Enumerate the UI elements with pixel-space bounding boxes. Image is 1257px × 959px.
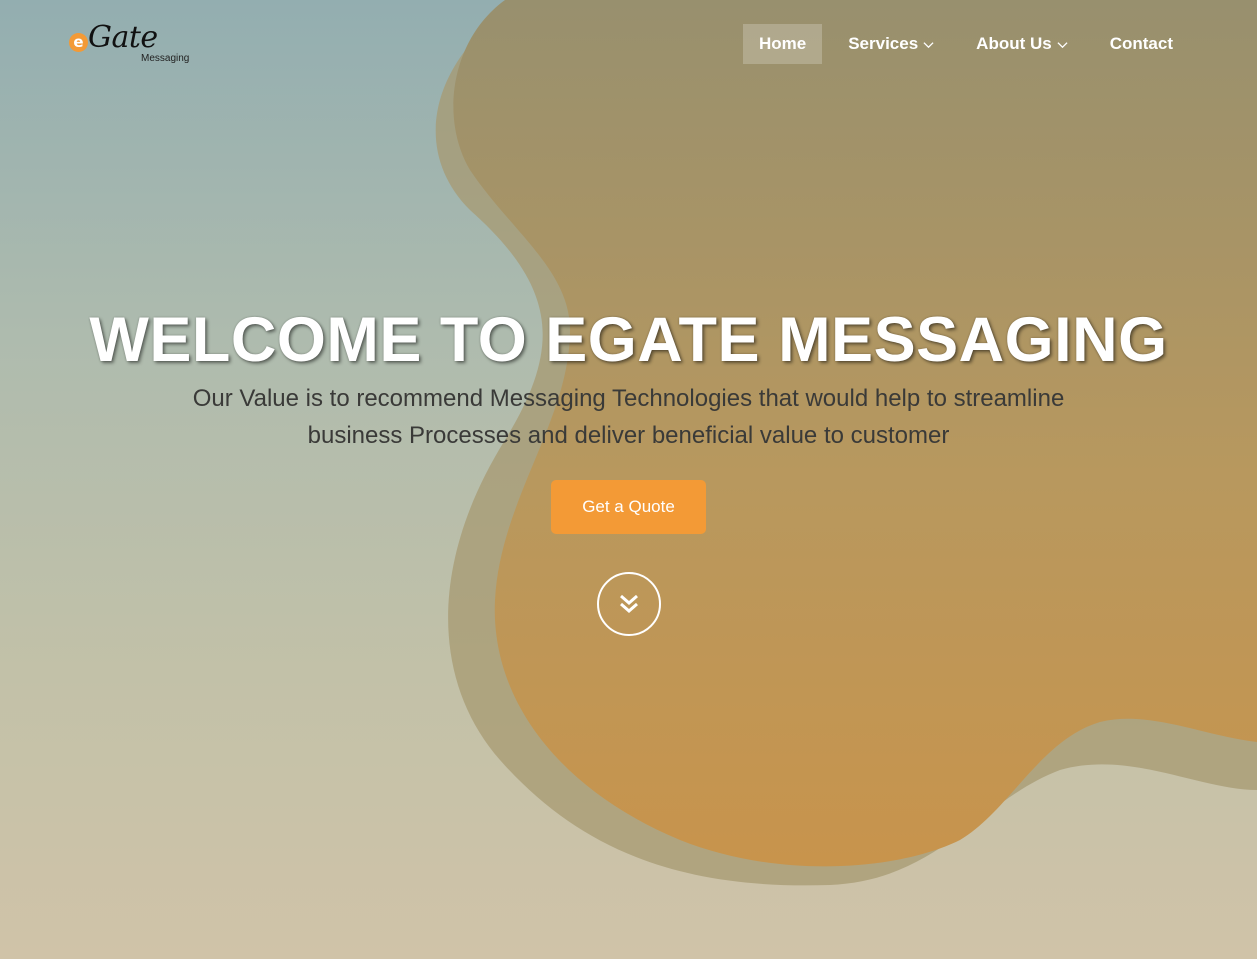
nav-item-label: Home	[758, 34, 807, 53]
nav-item-label: Contact	[1109, 34, 1173, 53]
scroll-down-button[interactable]	[597, 572, 661, 636]
hero-section: WELCOME TO EGATE MESSAGING Our Value is …	[0, 300, 1257, 454]
hero-title: WELCOME TO EGATE MESSAGING	[89, 305, 1168, 375]
nav-item-services[interactable]: Services	[832, 24, 950, 64]
nav-item-label: Services	[848, 34, 919, 53]
chevron-down-icon	[923, 41, 934, 48]
logo-mark: e	[69, 33, 88, 52]
hero-subtitle-line: Our Value is to recommend Messaging Tech…	[192, 385, 1065, 412]
get-a-quote-button[interactable]: Get a Quote	[551, 480, 706, 534]
double-chevron-down-icon	[620, 594, 638, 613]
main-nav: Home Services About Us Contact	[733, 24, 1189, 64]
logo-name: Gate	[88, 20, 158, 55]
hero-subtitle: Our Value is to recommend Messaging Tech…	[149, 380, 1109, 454]
nav-item-label: About Us	[976, 34, 1052, 53]
site-header: e Gate Messaging Home Services About Us …	[0, 0, 1257, 88]
site-logo[interactable]: e Gate Messaging	[69, 20, 194, 68]
hero-subtitle-line: business Processes and deliver beneficia…	[307, 422, 950, 449]
nav-item-home[interactable]: Home	[742, 24, 823, 64]
logo-subtitle: Messaging	[141, 53, 190, 64]
nav-item-contact[interactable]: Contact	[1094, 24, 1189, 64]
chevron-down-icon	[1057, 41, 1068, 48]
nav-item-about-us[interactable]: About Us	[960, 24, 1084, 64]
